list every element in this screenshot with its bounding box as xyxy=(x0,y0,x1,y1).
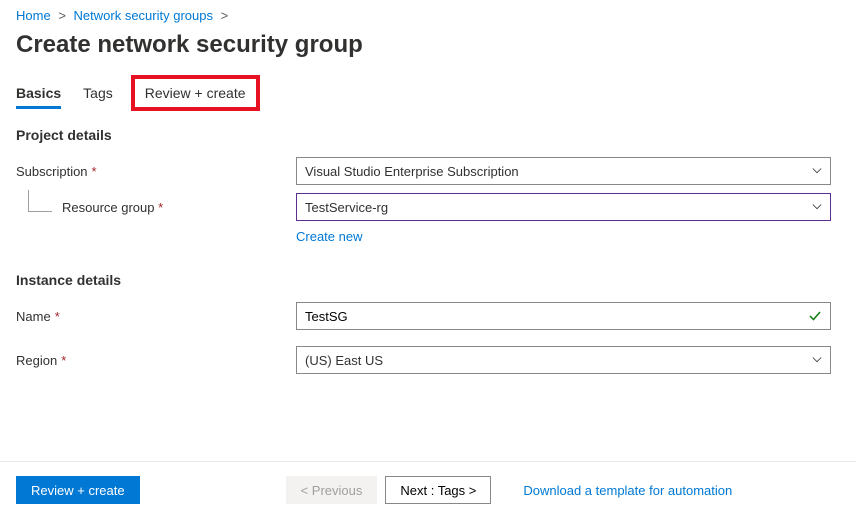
chevron-down-icon xyxy=(812,166,822,176)
resource-group-dropdown[interactable]: TestService-rg xyxy=(296,193,831,221)
required-indicator: * xyxy=(61,353,66,368)
section-project-details: Project details xyxy=(0,127,856,153)
breadcrumb-separator: > xyxy=(58,8,66,23)
chevron-down-icon xyxy=(812,202,822,212)
next-button[interactable]: Next : Tags > xyxy=(385,476,491,504)
row-region: Region * (US) East US xyxy=(0,342,856,378)
tab-review-create[interactable]: Review + create xyxy=(135,79,256,107)
label-subscription: Subscription * xyxy=(16,164,296,179)
breadcrumb-separator: > xyxy=(221,8,229,23)
footer: Review + create < Previous Next : Tags >… xyxy=(0,461,856,518)
breadcrumb: Home > Network security groups > xyxy=(0,0,856,27)
chevron-down-icon xyxy=(812,355,822,365)
indent-connector xyxy=(28,190,52,212)
label-region: Region * xyxy=(16,353,296,368)
check-icon xyxy=(808,309,822,323)
name-input[interactable] xyxy=(305,309,808,324)
required-indicator: * xyxy=(55,309,60,324)
label-name: Name * xyxy=(16,309,296,324)
tab-basics[interactable]: Basics xyxy=(16,79,61,107)
row-create-new: Create new xyxy=(0,225,856,258)
breadcrumb-nsg[interactable]: Network security groups xyxy=(74,8,213,23)
required-indicator: * xyxy=(155,200,164,215)
section-instance-details: Instance details xyxy=(0,272,856,298)
resource-group-value: TestService-rg xyxy=(305,200,388,215)
tabs: Basics Tags Review + create xyxy=(0,79,856,107)
tab-tags[interactable]: Tags xyxy=(83,79,113,107)
region-value: (US) East US xyxy=(305,353,383,368)
create-new-link[interactable]: Create new xyxy=(296,229,362,244)
required-indicator: * xyxy=(92,164,97,179)
download-template-link[interactable]: Download a template for automation xyxy=(523,483,732,498)
row-name: Name * xyxy=(0,298,856,334)
previous-button: < Previous xyxy=(286,476,378,504)
name-input-wrapper xyxy=(296,302,831,330)
review-create-button[interactable]: Review + create xyxy=(16,476,140,504)
breadcrumb-home[interactable]: Home xyxy=(16,8,51,23)
region-dropdown[interactable]: (US) East US xyxy=(296,346,831,374)
page-title: Create network security group xyxy=(0,27,856,79)
subscription-value: Visual Studio Enterprise Subscription xyxy=(305,164,519,179)
label-resource-group: Resource group * xyxy=(16,200,296,215)
row-resource-group: Resource group * TestService-rg xyxy=(0,189,856,225)
subscription-dropdown[interactable]: Visual Studio Enterprise Subscription xyxy=(296,157,831,185)
row-subscription: Subscription * Visual Studio Enterprise … xyxy=(0,153,856,189)
